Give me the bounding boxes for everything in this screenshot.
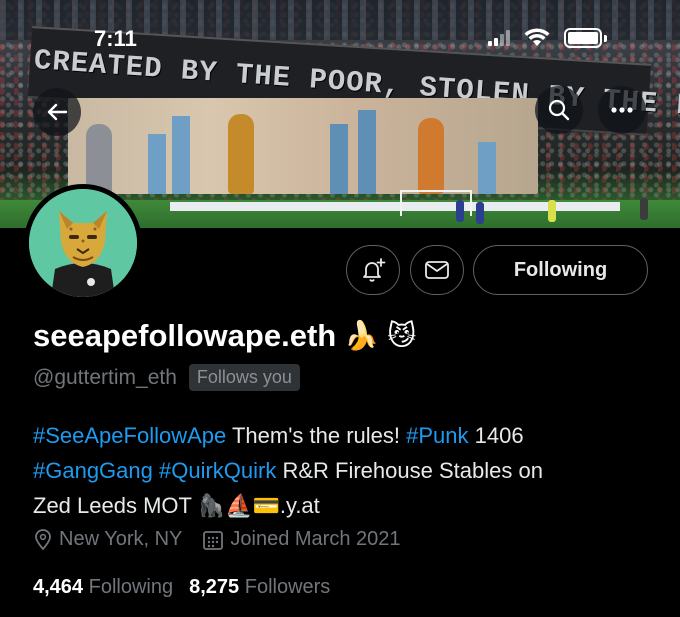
back-arrow-icon [47,103,68,121]
display-name: seeapefollowape.eth 🍌 😼 [33,318,416,354]
ape-avatar-image [29,189,137,297]
avatar[interactable] [24,184,142,302]
join-date-text: Joined March 2021 [230,528,401,550]
hashtag-link[interactable]: #QuirkQuirk [159,458,276,483]
followers-label: Followers [244,576,331,598]
cellular-signal-icon [488,30,510,46]
bio-text: 1406 [468,423,524,448]
search-icon [548,99,570,121]
location: New York, NY [33,528,182,551]
notifications-button[interactable] [346,245,400,295]
bio-text: R&R Firehouse Stables on [276,458,543,483]
hashtag-link[interactable]: #GangGang [33,458,153,483]
user-handle: @guttertim_eth [33,365,177,389]
bio-text: Zed Leeds MOT 🦍⛵💳.y.at [33,493,320,518]
more-options-button[interactable] [598,86,646,134]
followers-stat[interactable]: 8,275 Followers [189,576,330,599]
hashtag-link[interactable]: #SeeApeFollowApe [33,423,226,448]
location-text: New York, NY [59,528,183,550]
handle-row: @guttertim_eth Follows you [33,364,300,391]
search-button[interactable] [535,86,583,134]
following-button[interactable]: Following [473,245,648,295]
profile-meta: New York, NY Joined March 2021 [33,528,401,551]
hashtag-link[interactable]: #Punk [406,423,468,448]
wifi-icon [524,28,550,46]
profile-bio: #SeeApeFollowApe Them's the rules! #Punk… [33,418,653,523]
status-icons [488,26,608,50]
location-pin-icon [35,528,51,550]
following-label: Following [88,576,174,598]
bio-line-1: #SeeApeFollowApe Them's the rules! #Punk… [33,418,653,453]
message-button[interactable] [410,245,464,295]
bio-text: Them's the rules! [226,423,407,448]
bio-line-2: #GangGang #QuirkQuirk R&R Firehouse Stab… [33,453,653,488]
more-dots-icon [611,107,633,113]
status-time: 7:11 [94,26,137,51]
battery-icon [564,27,608,49]
following-stat[interactable]: 4,464 Following [33,576,173,599]
bell-plus-icon [363,258,386,282]
cat-emoji: 😼 [387,320,417,351]
back-button[interactable] [33,88,81,136]
banner-tifo [68,98,538,194]
follow-stats: 4,464 Following 8,275 Followers [33,576,330,599]
banana-emoji: 🍌 [344,320,380,351]
follows-you-badge: Follows you [188,364,300,391]
envelope-icon [425,261,449,279]
followers-count: 8,275 [189,576,240,598]
following-count: 4,464 [33,576,84,598]
bio-line-3: Zed Leeds MOT 🦍⛵💳.y.at [33,488,653,523]
display-name-text: seeapefollowape.eth [33,318,337,353]
join-date: Joined March 2021 [202,528,401,551]
calendar-icon [203,530,224,550]
